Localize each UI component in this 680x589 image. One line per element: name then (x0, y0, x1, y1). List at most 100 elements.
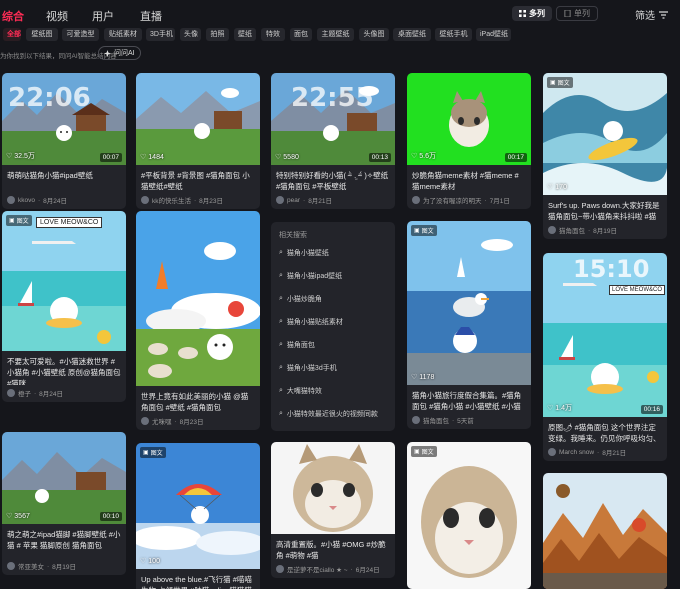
image-text-badge: ▣ 图文 (140, 447, 166, 458)
post-date: 8月23日 (199, 198, 224, 205)
related-searches-heading: 相关搜索 (279, 232, 307, 239)
result-card[interactable] (543, 473, 667, 589)
card-title: 世界上竟有如此美丽的小猫 @猫角面包 #壁纸 #猫角面包 (141, 392, 249, 412)
author-name[interactable]: 是逆萝不是ciallo ★ ~ (287, 564, 348, 574)
card-title: 特别特别好看的小猫( ⁼̴̀ .̫ ⁼̴́ )✧壁纸 #猫角面包 #平板壁纸 (276, 171, 389, 191)
chip-wallpaper[interactable]: 壁纸 (234, 28, 256, 41)
chip-theme-wallpaper[interactable]: 主题壁纸 (317, 28, 354, 41)
result-card[interactable]: LOVE MEOW&CO ▣ 图文 不要太可爱啦。#小猫迷救世界 #小猫角 #小猫… (2, 211, 126, 402)
banner-overlay: LOVE MEOW&CO (609, 285, 666, 295)
separator-dot: · (34, 389, 37, 397)
tab-live[interactable]: 直播 (140, 8, 162, 24)
tab-all[interactable]: 综合 (2, 8, 24, 24)
card-thumbnail: ▣ 图文 ♡ 170 (543, 73, 667, 195)
post-date: 8月23日 (179, 419, 204, 426)
author-name[interactable]: pear (287, 197, 300, 204)
chip-cute-style[interactable]: 可爱造型 (62, 28, 99, 41)
result-card[interactable]: ▣ 图文 ♡ 1178 猫角小猫旅行度假合集篇。#猫角面包 #猫角小猫 #小猫壁纸 … (407, 221, 531, 429)
chip-effects[interactable]: 特效 (261, 28, 285, 41)
card-meta: March snow · 8月21日 (543, 444, 667, 461)
chip-phone-wallpaper[interactable]: 壁纸手机 (435, 28, 472, 41)
chip-desktop-wallpaper[interactable]: 桌面壁纸 (393, 28, 431, 41)
related-search-item[interactable]: ⌕ 小猫炒脆角 (279, 294, 322, 304)
post-date: 6月24日 (355, 567, 380, 574)
result-card[interactable]: 世界上竟有如此美丽的小猫 @猫角面包 #壁纸 #猫角面包 尤咪嘿 · 8月23日 (136, 211, 260, 430)
related-search-item[interactable]: ⌕ 猫角小猫贴纸素材 (279, 317, 343, 327)
separator-dot: · (484, 196, 487, 204)
search-icon: ⌕ (279, 410, 283, 417)
related-search-label: 猫角小猫ipad壁纸 (286, 273, 343, 280)
gallery-icon: ▣ (143, 450, 149, 456)
chip-wallpaper-img[interactable]: 壁纸图 (26, 28, 58, 41)
tab-video[interactable]: 视频 (46, 8, 68, 24)
related-search-item[interactable]: ⌕ 猫角小猫ipad壁纸 (279, 271, 342, 281)
layout-toggle: 多列 单列 (512, 6, 598, 21)
related-search-item[interactable]: ⌕ 猫角小猫壁纸 (279, 248, 329, 258)
result-card[interactable]: 22:55 ♡ 5580 00:13 特别特别好看的小猫( ⁼̴̀ .̫ ⁼̴́ … (271, 73, 395, 209)
chip-3d-phone[interactable]: 3D手机 (146, 28, 175, 41)
single-column-label: 单列 (574, 9, 590, 18)
gallery-icon: ▣ (550, 80, 556, 86)
author-name[interactable]: March snow (559, 449, 594, 456)
author-name[interactable]: 常亚美女 (18, 561, 44, 571)
author-name[interactable]: 猫角面包 (559, 225, 585, 235)
author-name[interactable]: 尤咪嘿 (152, 416, 172, 426)
multi-column-button[interactable]: 多列 (512, 6, 552, 21)
chip-photo[interactable]: 拍照 (206, 28, 229, 41)
like-count: ♡ 3567 (6, 512, 30, 521)
result-card[interactable]: 高清重置版。#小猫 #OMG #炒脆角 #萌物 #猫 是逆萝不是ciallo ★… (271, 442, 395, 578)
result-card[interactable]: 15:10 LOVE MEOW&CO ♡ 1.4万 00:16 原图🌶 #猫角面包… (543, 253, 667, 461)
card-title: #平板背景 #背景图 #猫角面包 小猫壁纸#壁纸 (141, 171, 250, 191)
search-icon: ⌕ (279, 295, 283, 302)
card-meta: 常亚美女 · 8月19日 (2, 558, 126, 575)
like-count-value: 5.6万 (419, 153, 437, 160)
separator-dot: · (174, 417, 177, 425)
result-card[interactable]: ▣图文 ♡100 Up above the blue.#飞行猫 #喵喵生物 占领… (136, 443, 260, 589)
author-name[interactable]: 猫角面包 (423, 415, 449, 425)
related-search-item[interactable]: ⌕ 猫角面包 (279, 340, 315, 350)
author-name[interactable]: 为了没有喔凉的明天 (423, 195, 482, 205)
like-count: ♡ 170 (547, 183, 567, 192)
related-search-item[interactable]: ⌕ 小猫特效最近很火的视频同款 (279, 409, 378, 419)
result-card[interactable]: 22:06 ♡ 32.5万 00:07 萌萌哒猫角小猫#ipad壁纸 kkovo ·… (2, 73, 126, 209)
chip-bread[interactable]: 面包 (290, 28, 312, 41)
filter-icon (659, 10, 668, 19)
author-name[interactable]: kkovo (18, 197, 35, 204)
result-card[interactable]: ▣ 图文 ♡ 170 Surf's up. Paws down.大家好我是猫角面包~… (543, 73, 667, 239)
card-title: 炒脆角猫meme素材 #猫meme #猫meme素材 (412, 171, 519, 191)
filter-button[interactable]: 筛选 (635, 7, 668, 22)
author-name[interactable]: 橙子 (18, 388, 31, 398)
chip-sticker[interactable]: 贴纸素材 (104, 28, 142, 41)
author-name[interactable]: kk的快乐生活 (152, 195, 191, 205)
card-thumbnail (271, 442, 395, 534)
separator-dot: · (194, 196, 197, 204)
heart-icon: ♡ (6, 153, 13, 160)
chip-ipad-wallpaper[interactable]: iPad壁纸 (476, 28, 511, 41)
card-title: 原图🌶 #猫角面包 这个世界注定变绿。我睡来。仍见你呼吸均匀、睫毛... (548, 423, 661, 443)
single-column-button[interactable]: 单列 (556, 6, 598, 21)
tab-users[interactable]: 用户 (92, 8, 114, 24)
sparkle-icon (104, 49, 111, 57)
chip-all[interactable]: 全部 (3, 28, 21, 41)
post-date: 8月21日 (308, 198, 333, 205)
clock-overlay: 22:06 (8, 83, 91, 113)
chip-avatar[interactable]: 头像 (180, 28, 201, 41)
result-card[interactable]: ♡ 3567 00:10 萌之萌之#ipad猫脚 #猫脚壁纸 #小猫 # 苹果 猫… (2, 432, 126, 575)
top-nav: 综合 视频 用户 直播 多列 单列 筛选 (0, 0, 680, 28)
like-count-value: 32.5万 (14, 153, 35, 160)
card-thumbnail (136, 211, 260, 386)
card-meta: kk的快乐生活 · 8月23日 (136, 192, 260, 209)
related-search-item[interactable]: ⌕ 大嘴猫特效 (279, 386, 322, 396)
result-card[interactable]: ♡ 1484 #平板背景 #背景图 #猫角面包 小猫壁纸#壁纸 kk的快乐生活 · 8… (136, 73, 260, 209)
related-search-item[interactable]: ⌕ 猫角小猫3d手机 (279, 363, 337, 373)
clock-overlay: 15:10 (573, 255, 650, 283)
result-card[interactable]: ♡ 5.6万 00:17 炒脆角猫meme素材 #猫meme #猫meme素材 为… (407, 73, 531, 209)
result-card[interactable]: ▣ 图文 (407, 442, 531, 589)
heart-icon: ♡ (6, 513, 13, 520)
ask-ai-button[interactable]: 问问AI (98, 46, 141, 60)
chip-avatar-img[interactable]: 头像图 (359, 28, 389, 41)
filter-label: 筛选 (635, 11, 655, 22)
related-search-label: 大嘴猫特效 (286, 388, 322, 395)
like-count-value: 3567 (14, 512, 30, 520)
search-icon: ⌕ (279, 387, 283, 394)
